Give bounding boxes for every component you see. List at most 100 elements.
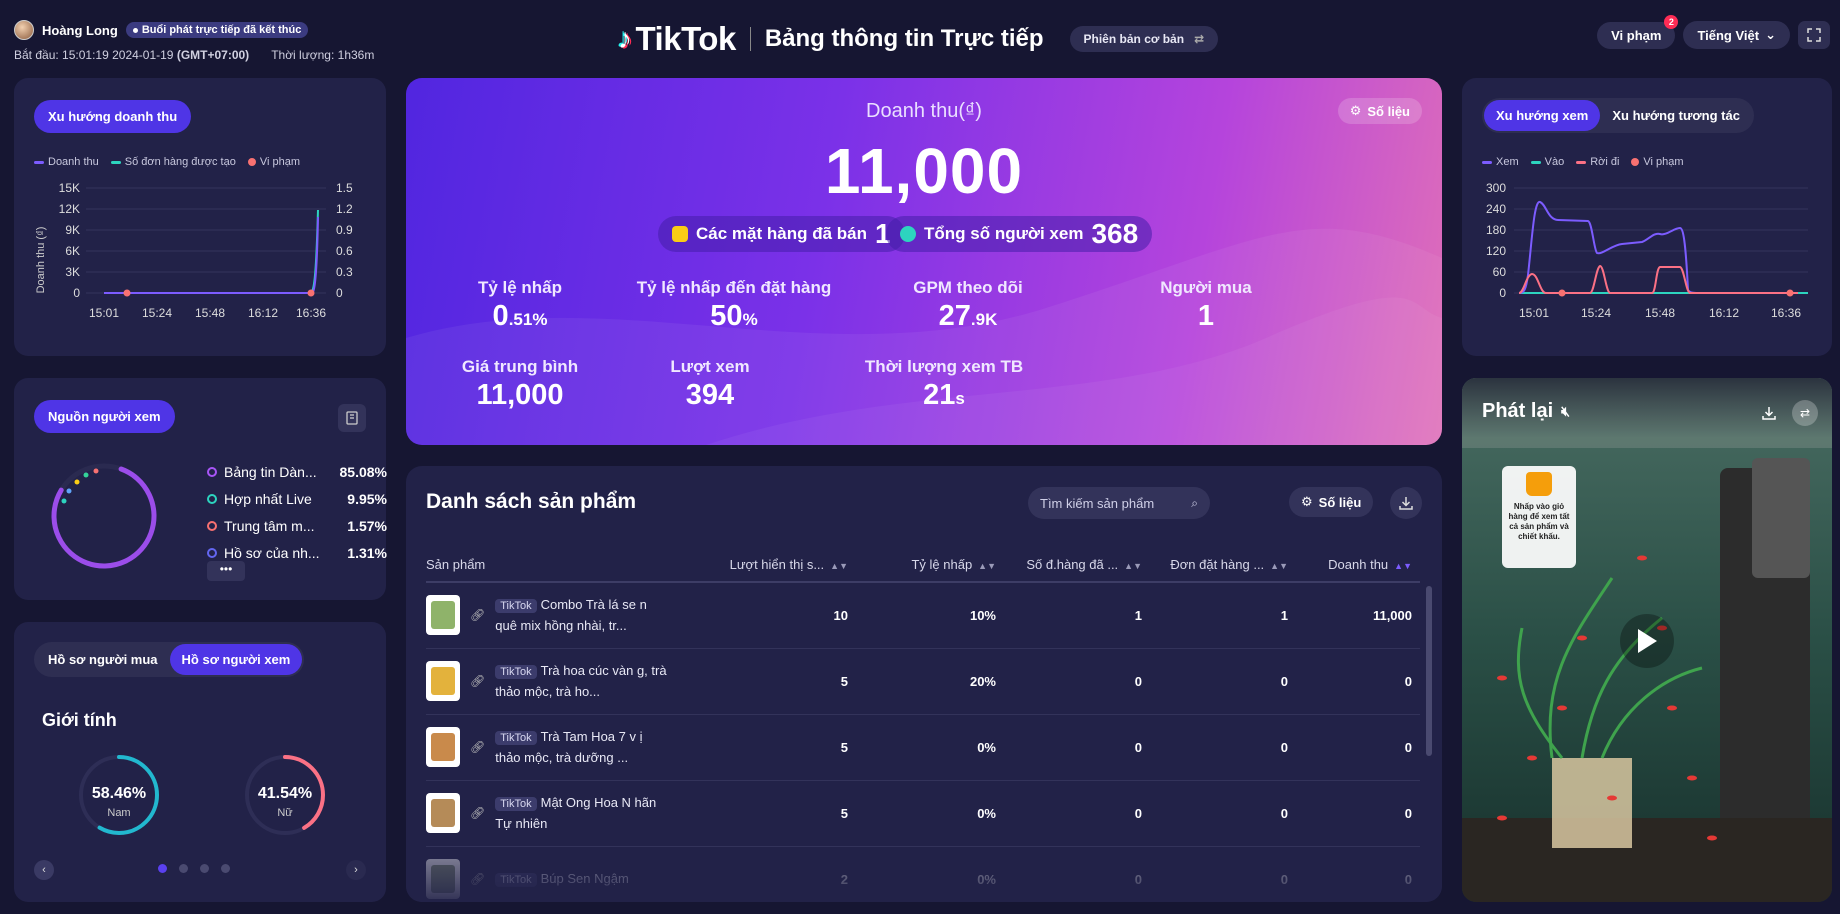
mute-icon: 🔇︎ (1561, 403, 1570, 419)
female-percent: 41.54% (258, 785, 312, 802)
y2-tick: 0.3 (336, 265, 353, 279)
impressions-cell: 5 (716, 648, 856, 715)
chevron-down-icon: ⌄ (1765, 27, 1776, 42)
metric-click-to-order: Tỷ lệ nhấp đến đặt hàng 50% (636, 278, 832, 332)
male-percent: 58.46% (92, 785, 146, 802)
col-orders[interactable]: Đơn đặt hàng ... ▲▼ (1150, 548, 1296, 583)
sold-cell: 1 (1004, 582, 1150, 649)
orders-cell: 1 (1150, 582, 1296, 649)
search-icon: ⌕ (1191, 495, 1198, 510)
violation-marker (1558, 289, 1566, 297)
source-list: Bảng tin Dàn... 85.08% Hợp nhất Live 9.95%… (207, 458, 387, 566)
violations-button[interactable]: Vi phạm 2 (1597, 14, 1679, 49)
hero-metrics-button[interactable]: ⚙ Số liệu (1337, 98, 1422, 124)
col-sold[interactable]: Số đ.hàng đã ... ▲▼ (1004, 548, 1150, 583)
list-item: Trung tâm m... 1.57% (207, 512, 387, 539)
col-ctr[interactable]: Tỷ lệ nhấp ▲▼ (856, 548, 1004, 583)
version-switch-button[interactable]: Phiên bản cơ bản ⇄ (1069, 26, 1219, 52)
product-search-input[interactable]: Tìm kiếm sản phẩm ⌕ (1028, 487, 1210, 519)
session-meta: Bắt đầu: 15:01:19 2024-01-19 (GMT+07:00)… (14, 48, 375, 62)
col-impressions[interactable]: Lượt hiển thị s... ▲▼ (716, 548, 856, 583)
tab-buyer-profile[interactable]: Hồ sơ người mua (36, 644, 170, 675)
sold-cell: 0 (1004, 648, 1150, 715)
download-button[interactable] (1390, 487, 1422, 519)
product-name[interactable]: TikTok Mật Ong Hoa N hãn Tự nhiên (495, 793, 667, 834)
play-button[interactable] (1620, 614, 1674, 668)
female-label: Nữ (277, 807, 293, 819)
tab-viewer-source[interactable]: Nguồn người xem (34, 400, 175, 433)
table-row[interactable]: 🔗︎ TikTok Trà hoa cúc vàn g, trà thảo mộc,… (426, 648, 1420, 715)
donut-dot (83, 472, 89, 478)
top-bar: Hoàng Long Buổi phát trực tiếp đã kết th… (0, 0, 1840, 78)
product-name[interactable]: TikTok Trà Tam Hoa 7 v ị thảo mộc, trà dư… (495, 727, 667, 768)
violation-marker (307, 289, 315, 297)
product-name[interactable]: TikTok Combo Trà lá se n quê mix hồng nhà… (495, 595, 667, 636)
orders-cell: 0 (1150, 714, 1296, 781)
fade-overlay (406, 852, 1442, 902)
tab-revenue-trend[interactable]: Xu hướng doanh thu (34, 100, 192, 133)
more-sources-button[interactable]: ••• (207, 561, 245, 581)
product-name[interactable]: TikTok Trà hoa cúc vàn g, trà thảo mộc, t… (495, 661, 667, 702)
table-row[interactable]: 🔗︎ TikTok Combo Trà lá se n quê mix hồng n… (426, 582, 1420, 649)
replay-switch-button[interactable]: ⇄ (1792, 400, 1818, 426)
metric-gpm: GPM theo dõi 27.9K (913, 278, 1023, 332)
settings-icon: ⚙ (1301, 494, 1313, 509)
x-tick: 15:01 (89, 306, 119, 320)
user-info: Hoàng Long Buổi phát trực tiếp đã kết th… (14, 20, 309, 40)
link-icon[interactable]: 🔗︎ (470, 806, 485, 820)
cart-tip[interactable]: Nhấp vào giỏ hàng để xem tất cả sản phẩm… (1502, 466, 1576, 568)
tab-view-trend[interactable]: Xu hướng xem (1484, 100, 1601, 131)
table-row[interactable]: 🔗︎ TikTok Trà Tam Hoa 7 v ị thảo mộc, trà … (426, 714, 1420, 781)
engagement-tabs: Xu hướng xem Xu hướng tương tác (1482, 98, 1754, 133)
impressions-cell: 10 (716, 582, 856, 649)
settings-icon: ⚙ (1349, 103, 1362, 118)
legend-violation: Vi phạm (1631, 156, 1684, 168)
col-revenue[interactable]: Doanh thu ▲▼ (1296, 548, 1420, 583)
y-tick: 240 (1486, 202, 1506, 216)
table-header: Sản phẩm Lượt hiển thị s... ▲▼ Tỷ lệ nhấp… (426, 548, 1420, 583)
tiktok-note-icon: ♪ (618, 23, 632, 54)
impressions-cell: 5 (716, 780, 856, 847)
brand-header: ♪ TikTok Bảng thông tin Trực tiếp Phiên b… (618, 20, 1219, 58)
product-scrollbar[interactable] (1426, 586, 1432, 756)
replay-download-button[interactable] (1756, 400, 1782, 426)
gender-heading: Giới tính (42, 710, 117, 730)
items-sold-chip: Các mặt hàng đã bán 1 (658, 216, 905, 252)
replay-video[interactable]: Phát lại 🔇︎ ⇄ Nhấp vào giỏ hàng để xem tấ… (1462, 378, 1832, 902)
pagination-dots (158, 864, 230, 873)
prev-button[interactable]: ‹ (34, 860, 54, 880)
next-button[interactable]: › (346, 860, 366, 880)
link-icon[interactable]: 🔗︎ (470, 608, 485, 622)
table-row[interactable]: 🔗︎ TikTok Mật Ong Hoa N hãn Tự nhiên 5 0% … (426, 780, 1420, 847)
engagement-chart: 300 240 180 120 60 0 15:01 15:24 15:48 1… (1486, 181, 1808, 320)
female-ring: 41.54% Nữ (245, 755, 325, 835)
y-tick: 15K (59, 181, 80, 195)
avatar (14, 20, 34, 40)
swap-icon: ⇄ (1799, 406, 1811, 420)
guide-button[interactable] (338, 404, 366, 432)
y2-tick: 0 (336, 286, 343, 300)
chevron-right-icon: › (354, 864, 358, 876)
viewer-source-card: Nguồn người xem Bảng tin Dàn... 85.08% Hợ… (14, 378, 387, 600)
fullscreen-button[interactable] (1798, 21, 1830, 49)
shopping-bag-icon (1526, 472, 1552, 496)
y-tick: 6K (65, 244, 80, 258)
views-line (1518, 200, 1798, 294)
y2-tick: 0.9 (336, 223, 353, 237)
revenue-chart: Doanh thu (₫) 15K 12K 9K 6K 3K 0 1.5 1.2… (35, 181, 353, 320)
link-icon[interactable]: 🔗︎ (470, 740, 485, 754)
product-metrics-button[interactable]: ⚙ Số liệu (1289, 487, 1374, 517)
product-thumbnail (426, 793, 460, 833)
tiktok-tag: TikTok (495, 796, 537, 811)
violations-count-badge: 2 (1664, 14, 1679, 29)
tab-viewer-profile[interactable]: Hồ sơ người xem (169, 644, 303, 675)
x-tick: 16:12 (248, 306, 278, 320)
link-icon[interactable]: 🔗︎ (470, 674, 485, 688)
y2-tick: 1.5 (336, 181, 353, 195)
cart-tip-text: Nhấp vào giỏ hàng để xem tất cả sản phẩm… (1508, 502, 1570, 541)
replay-title: Phát lại 🔇︎ (1482, 400, 1570, 422)
source-donut (51, 463, 157, 569)
profile-tabs: Hồ sơ người mua Hồ sơ người xem (34, 642, 305, 677)
language-select[interactable]: Tiếng Việt ⌄ (1683, 21, 1790, 49)
tab-interaction-trend[interactable]: Xu hướng tương tác (1600, 100, 1752, 131)
